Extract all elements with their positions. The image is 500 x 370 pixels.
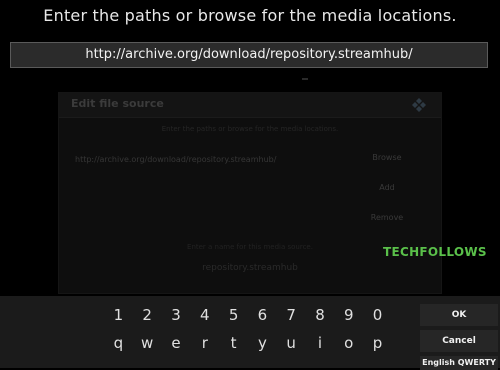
key[interactable]: 7 xyxy=(277,306,306,324)
key[interactable]: q xyxy=(104,334,133,352)
url-input[interactable]: http://archive.org/download/repository.s… xyxy=(10,42,488,68)
edit-source-dialog: Edit file source Enter the paths or brow… xyxy=(58,92,442,294)
divider-marker xyxy=(302,78,308,80)
letter-row: q w e r t y u i o p xyxy=(104,334,392,352)
key[interactable]: i xyxy=(306,334,335,352)
watermark-logo: TECHFOLLOWS xyxy=(383,245,487,259)
key[interactable]: 4 xyxy=(190,306,219,324)
key[interactable]: y xyxy=(248,334,277,352)
remove-button[interactable]: Remove xyxy=(347,209,427,227)
ok-button[interactable]: OK xyxy=(420,304,498,326)
dialog-subtitle: Enter the paths or browse for the media … xyxy=(161,125,339,133)
key[interactable]: 3 xyxy=(162,306,191,324)
dialog-header: Edit file source xyxy=(59,93,441,118)
cancel-button[interactable]: Cancel xyxy=(420,330,498,352)
add-button[interactable]: Add xyxy=(347,179,427,197)
key[interactable]: 1 xyxy=(104,306,133,324)
on-screen-keyboard: 1 2 3 4 5 6 7 8 9 0 q w e r t y u i o p … xyxy=(0,296,500,370)
top-prompt: Enter the paths or browse for the media … xyxy=(43,6,457,25)
name-field[interactable]: repository.streamhub xyxy=(59,263,441,273)
key[interactable]: r xyxy=(190,334,219,352)
key[interactable]: 9 xyxy=(334,306,363,324)
key[interactable]: 5 xyxy=(219,306,248,324)
number-row: 1 2 3 4 5 6 7 8 9 0 xyxy=(104,306,392,324)
key[interactable]: 0 xyxy=(363,306,392,324)
dialog-title: Edit file source xyxy=(71,97,164,110)
key[interactable]: w xyxy=(133,334,162,352)
key[interactable]: o xyxy=(334,334,363,352)
key[interactable]: 8 xyxy=(306,306,335,324)
kodi-logo-icon xyxy=(412,98,426,112)
key[interactable]: p xyxy=(363,334,392,352)
key[interactable]: t xyxy=(219,334,248,352)
browse-button[interactable]: Browse xyxy=(347,149,427,167)
key[interactable]: e xyxy=(162,334,191,352)
dialog-path[interactable]: http://archive.org/download/repository.s… xyxy=(75,155,276,164)
key[interactable]: u xyxy=(277,334,306,352)
key[interactable]: 6 xyxy=(248,306,277,324)
key[interactable]: 2 xyxy=(133,306,162,324)
